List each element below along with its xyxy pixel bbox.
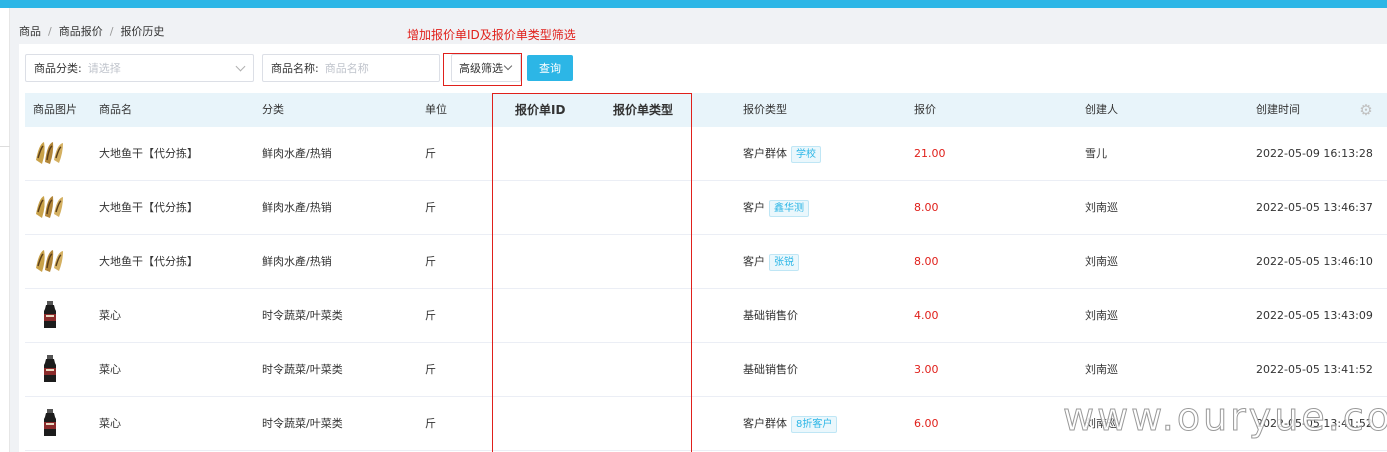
customer-tag: 鑫华测 <box>769 199 809 217</box>
category-label: 商品分类: <box>34 62 82 75</box>
breadcrumb-item-goods-quote[interactable]: 商品报价 <box>59 23 103 39</box>
price-type: 客户 鑫华测 <box>743 181 809 234</box>
price-value: 6.00 <box>914 417 939 430</box>
product-category: 时令蔬菜/叶菜类 <box>262 417 343 430</box>
breadcrumb-separator: / <box>109 24 114 38</box>
product-unit: 斤 <box>425 363 436 376</box>
left-sidebar-edge <box>0 8 10 452</box>
price-value: 8.00 <box>914 255 939 268</box>
col-quote-type: 报价单类型 <box>613 103 674 117</box>
breadcrumb-item-quote-history: 报价历史 <box>120 25 165 38</box>
creator: 刘南巡 <box>1085 255 1118 268</box>
price-value: 4.00 <box>914 309 939 322</box>
bottle-icon <box>44 409 56 436</box>
creator: 雪儿 <box>1085 147 1107 160</box>
main-panel: 商品分类: 请选择 商品名称: 商品名称 高级筛选 查询 商品图片 商品名 分类… <box>19 44 1387 452</box>
col-creator: 创建人 <box>1085 103 1118 116</box>
table-header: 商品图片 商品名 分类 单位 报价单ID 报价单类型 报价类型 报价 创建人 创… <box>25 93 1387 127</box>
product-category: 鲜肉水產/热销 <box>262 201 332 214</box>
price-value: 8.00 <box>914 201 939 214</box>
created-at: 2022-05-05 13:43:09 <box>1256 309 1373 322</box>
creator: 刘南巡 <box>1085 201 1118 214</box>
customer-tag: 张锐 <box>769 253 799 271</box>
category-placeholder: 请选择 <box>87 62 121 75</box>
watermark: www.ouryue.com <box>1063 395 1387 440</box>
annotation-highlight-box <box>443 53 522 86</box>
name-label: 商品名称: <box>271 62 319 75</box>
category-select[interactable]: 商品分类: 请选择 <box>25 54 254 82</box>
table-row[interactable]: 大地鱼干【代分拣】 鲜肉水產/热销 斤 客户群体 学校 21.00 雪儿 2022… <box>25 127 1387 181</box>
product-unit: 斤 <box>425 147 436 160</box>
query-button[interactable]: 查询 <box>527 55 573 81</box>
col-quote-id: 报价单ID <box>515 103 566 117</box>
price-value: 21.00 <box>914 147 946 160</box>
breadcrumb-item-goods[interactable]: 商品 <box>19 23 41 39</box>
creator: 刘南巡 <box>1085 309 1118 322</box>
col-image: 商品图片 <box>33 103 77 116</box>
col-price-type: 报价类型 <box>743 103 787 116</box>
price-type-text: 客户 <box>743 255 765 268</box>
product-category: 时令蔬菜/叶菜类 <box>262 363 343 376</box>
breadcrumb: 商品 / 商品报价 / 报价历史 <box>19 22 164 40</box>
table-row[interactable]: 菜心 时令蔬菜/叶菜类 斤 基础销售价 4.00 刘南巡 2022-05-05 … <box>25 289 1387 343</box>
creator: 刘南巡 <box>1085 363 1118 376</box>
table-row[interactable]: 大地鱼干【代分拣】 鲜肉水產/热销 斤 客户 鑫华测 8.00 刘南巡 2022-… <box>25 181 1387 235</box>
price-type-text: 客户群体 <box>743 147 787 160</box>
created-at: 2022-05-05 13:41:52 <box>1256 363 1373 376</box>
breadcrumb-separator: / <box>48 24 52 38</box>
col-created-at: 创建时间 <box>1256 103 1300 116</box>
table-row[interactable]: 菜心 时令蔬菜/叶菜类 斤 基础销售价 3.00 刘南巡 2022-05-05 … <box>25 343 1387 397</box>
col-name: 商品名 <box>99 103 132 116</box>
product-name: 菜心 <box>99 363 121 376</box>
name-placeholder: 商品名称 <box>324 62 369 75</box>
price-type: 基础销售价 <box>743 363 798 376</box>
product-unit: 斤 <box>425 309 436 322</box>
customer-tag: 8折客户 <box>791 415 838 433</box>
product-name: 菜心 <box>99 309 121 322</box>
price-type: 客户 张锐 <box>743 235 799 288</box>
product-category: 时令蔬菜/叶菜类 <box>262 309 343 322</box>
product-category: 鲜肉水產/热销 <box>262 255 332 268</box>
created-at: 2022-05-09 16:13:28 <box>1256 147 1373 160</box>
created-at: 2022-05-05 13:46:37 <box>1256 201 1373 214</box>
col-price: 报价 <box>914 103 936 116</box>
product-category: 鲜肉水產/热销 <box>262 147 332 160</box>
price-type: 基础销售价 <box>743 309 798 322</box>
product-name: 大地鱼干【代分拣】 <box>99 255 198 268</box>
bottle-icon <box>44 355 56 382</box>
created-at: 2022-05-05 13:46:10 <box>1256 255 1373 268</box>
chevron-down-icon <box>235 61 246 72</box>
gear-icon[interactable]: ⚙ <box>1358 102 1374 118</box>
product-unit: 斤 <box>425 417 436 430</box>
annotation-note: 增加报价单ID及报价单类型筛选 <box>407 28 576 42</box>
price-type-text: 客户群体 <box>743 417 787 430</box>
product-name: 菜心 <box>99 417 121 430</box>
product-name: 大地鱼干【代分拣】 <box>99 201 198 214</box>
product-unit: 斤 <box>425 255 436 268</box>
price-type: 客户群体 学校 <box>743 127 821 180</box>
col-category: 分类 <box>262 103 284 116</box>
dried-fish-icon <box>36 196 63 218</box>
table-row[interactable]: 大地鱼干【代分拣】 鲜肉水產/热销 斤 客户 张锐 8.00 刘南巡 2022-0… <box>25 235 1387 289</box>
price-type: 客户群体 8折客户 <box>743 397 838 450</box>
price-value: 3.00 <box>914 363 939 376</box>
product-name: 大地鱼干【代分拣】 <box>99 147 198 160</box>
bottle-icon <box>44 301 56 328</box>
name-input[interactable]: 商品名称: 商品名称 <box>262 54 440 82</box>
dried-fish-icon <box>36 250 63 272</box>
price-type-text: 客户 <box>743 201 765 214</box>
product-unit: 斤 <box>425 201 436 214</box>
col-unit: 单位 <box>425 103 447 116</box>
top-accent-bar <box>0 0 1387 8</box>
customer-tag: 学校 <box>791 145 821 163</box>
dried-fish-icon <box>36 142 63 164</box>
